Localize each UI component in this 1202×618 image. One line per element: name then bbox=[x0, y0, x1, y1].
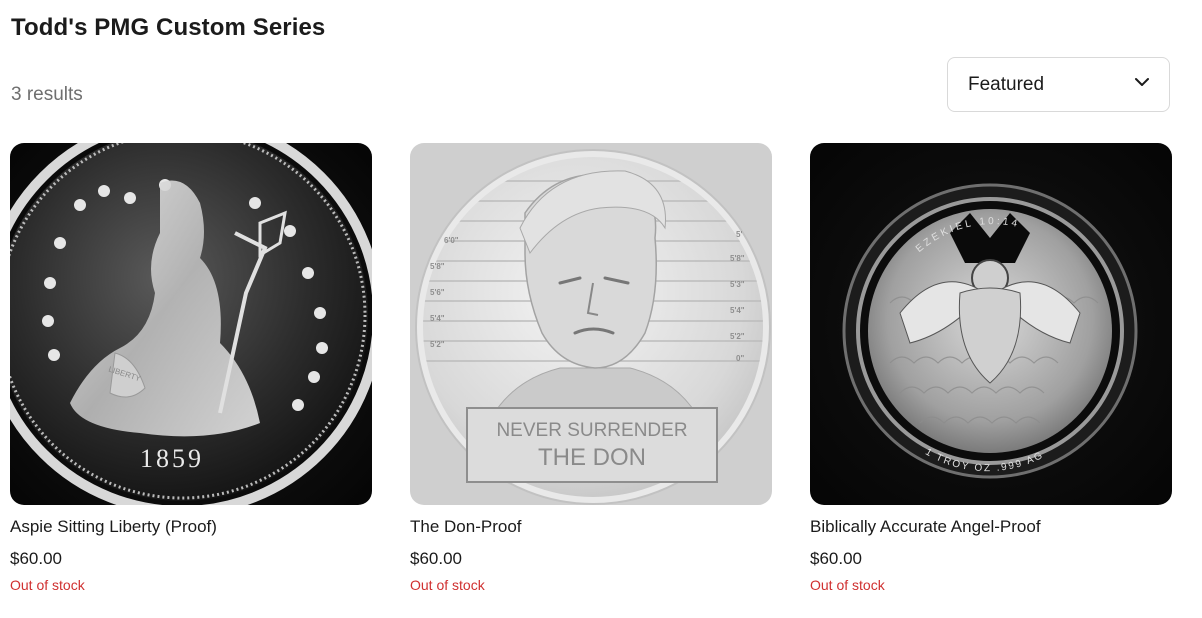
results-count: 3 results bbox=[11, 84, 83, 105]
svg-text:5'2": 5'2" bbox=[430, 340, 445, 349]
product-name[interactable]: Aspie Sitting Liberty (Proof) bbox=[10, 517, 217, 537]
svg-text:6'0": 6'0" bbox=[444, 236, 459, 245]
svg-text:0": 0" bbox=[736, 354, 744, 363]
svg-text:1859: 1859 bbox=[140, 444, 204, 473]
svg-text:5'4": 5'4" bbox=[430, 314, 445, 323]
svg-text:5'6": 5'6" bbox=[430, 288, 445, 297]
page-title: Todd's PMG Custom Series bbox=[11, 14, 326, 41]
svg-text:NEVER SURRENDER: NEVER SURRENDER bbox=[496, 420, 687, 441]
sort-dropdown[interactable]: Featured bbox=[947, 57, 1170, 112]
stock-status: Out of stock bbox=[410, 577, 485, 593]
svg-text:5'4": 5'4" bbox=[730, 306, 745, 315]
product-name[interactable]: Biblically Accurate Angel-Proof bbox=[810, 517, 1041, 537]
svg-text:5'3": 5'3" bbox=[730, 280, 745, 289]
chevron-down-icon bbox=[1133, 73, 1151, 96]
svg-text:5'8": 5'8" bbox=[430, 262, 445, 271]
svg-text:5'2": 5'2" bbox=[730, 332, 745, 341]
svg-text:5': 5' bbox=[736, 230, 742, 239]
svg-text:THE DON: THE DON bbox=[538, 444, 646, 471]
product-card[interactable]: 1859 LIBERTY Aspie Sitting Liberty (Proo… bbox=[10, 143, 372, 593]
product-price: $60.00 bbox=[810, 549, 862, 568]
product-card[interactable]: EZEKIEL 10:14 1 TROY OZ .999 AG Biblical… bbox=[810, 143, 1172, 593]
stock-status: Out of stock bbox=[10, 577, 85, 593]
product-name[interactable]: The Don-Proof bbox=[410, 517, 522, 537]
sort-selected-label: Featured bbox=[968, 73, 1045, 95]
product-image-don-coin[interactable]: 6'0" 5'8" 5'6" 5'4" 5'2" 5' 5'8" 5'3" 5'… bbox=[410, 143, 772, 505]
stock-status: Out of stock bbox=[810, 577, 885, 593]
product-image-angel-coin[interactable]: EZEKIEL 10:14 1 TROY OZ .999 AG bbox=[810, 143, 1172, 505]
svg-text:5'8": 5'8" bbox=[730, 254, 745, 263]
product-image-liberty-coin[interactable]: 1859 LIBERTY bbox=[10, 143, 372, 505]
product-price: $60.00 bbox=[10, 549, 62, 568]
product-card[interactable]: 6'0" 5'8" 5'6" 5'4" 5'2" 5' 5'8" 5'3" 5'… bbox=[410, 143, 772, 593]
product-price: $60.00 bbox=[410, 549, 462, 568]
